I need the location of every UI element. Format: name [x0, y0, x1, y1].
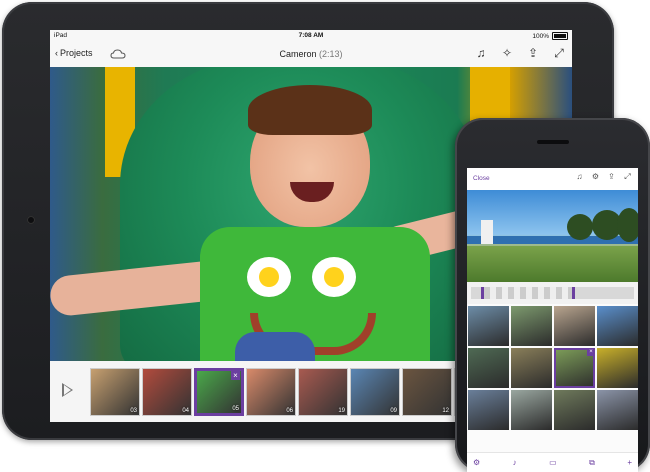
tree [617, 208, 638, 242]
share-icon[interactable]: ⇪ [607, 172, 616, 182]
photo-tile[interactable] [554, 390, 595, 430]
duplicate-icon[interactable]: ⧉ [589, 458, 595, 468]
photo-tile[interactable] [511, 390, 552, 430]
close-button[interactable]: Close [473, 175, 490, 182]
photo-tile[interactable] [468, 390, 509, 430]
tablet-camera [27, 216, 35, 224]
clip-number: 06 [286, 408, 293, 414]
photo-tile[interactable] [511, 348, 552, 388]
remove-clip-icon[interactable]: × [231, 371, 240, 380]
battery-percent: 100% [532, 32, 549, 40]
clip-number: 05 [232, 406, 239, 412]
shirt-egg-graphic [312, 257, 356, 297]
child-jeans [235, 332, 315, 361]
child-hair [248, 85, 372, 135]
phone-video-preview[interactable] [467, 190, 638, 282]
phone-toolbar: Close ♫ ⚙ ⇪ ⤢ [467, 168, 638, 191]
phone-screen: Close ♫ ⚙ ⇪ ⤢ × ⚙ ♪ ▭ ⧉ + [467, 168, 638, 472]
clip-thumbnail[interactable]: 04 [142, 368, 192, 416]
settings-icon[interactable]: ⚙ [591, 172, 600, 182]
clip-number: 03 [130, 408, 137, 414]
fullscreen-icon[interactable]: ⤢ [552, 46, 566, 60]
clip-number: 04 [182, 408, 189, 414]
project-duration: (2:13) [319, 49, 343, 59]
phone-toolbar-icons: ♫ ⚙ ⇪ ⤢ [575, 172, 632, 182]
photo-tile[interactable] [597, 390, 638, 430]
photo-tile[interactable] [468, 348, 509, 388]
clip-thumbnail[interactable]: 06 [246, 368, 296, 416]
phone-device: Close ♫ ⚙ ⇪ ⤢ × ⚙ ♪ ▭ ⧉ + [455, 118, 650, 472]
share-icon[interactable]: ⇪ [526, 46, 540, 60]
battery-status: 100% [532, 32, 568, 40]
clip-thumbnail[interactable]: 05 × [194, 368, 244, 416]
tree [567, 214, 593, 240]
add-icon[interactable]: + [627, 458, 632, 467]
project-name: Cameron [279, 49, 317, 59]
audio-icon[interactable]: ♪ [513, 458, 517, 467]
grass [467, 246, 638, 282]
shirt-egg-graphic [247, 257, 291, 297]
clip-thumbnail[interactable]: 19 [298, 368, 348, 416]
status-bar: iPad 7:08 AM 100% [50, 30, 572, 42]
photo-tile[interactable] [511, 306, 552, 346]
theme-icon[interactable]: ⚙ [473, 458, 480, 467]
photo-grid[interactable]: × [467, 306, 638, 430]
clip-number: 12 [442, 408, 449, 414]
lifeguard-tower [481, 220, 493, 244]
clip-thumbnail[interactable]: 12 [402, 368, 452, 416]
clip-thumbnail[interactable]: 09 [350, 368, 400, 416]
photo-tile[interactable] [468, 306, 509, 346]
toolbar-icons: ♫ ✧ ⇪ ⤢ [474, 46, 566, 60]
battery-icon [552, 32, 568, 40]
status-time: 7:08 AM [298, 32, 324, 39]
photo-tile[interactable]: × [554, 348, 595, 388]
music-icon[interactable]: ♫ [575, 172, 584, 182]
thumbnail-strip[interactable]: 03 04 05 × 06 19 09 12 [90, 368, 504, 416]
phone-speaker [537, 140, 569, 144]
navigation-bar: ‹ Projects Cameron (2:13) ♫ ✧ ⇪ ⤢ [50, 42, 572, 68]
clip-number: 19 [338, 408, 345, 414]
remove-photo-icon[interactable]: × [587, 348, 595, 356]
fullscreen-icon[interactable]: ⤢ [623, 172, 632, 182]
photo-tile[interactable] [597, 348, 638, 388]
music-icon[interactable]: ♫ [474, 46, 488, 60]
photo-tile[interactable] [554, 306, 595, 346]
photo-tile[interactable] [597, 306, 638, 346]
play-icon[interactable] [62, 383, 73, 397]
trim-bar [467, 282, 638, 304]
clip-thumbnail[interactable]: 03 [90, 368, 140, 416]
trim-selection-handles[interactable] [481, 287, 575, 299]
phone-bottom-toolbar: ⚙ ♪ ▭ ⧉ + [467, 452, 638, 472]
magic-wand-icon[interactable]: ✧ [500, 46, 514, 60]
car-icon[interactable]: ▭ [549, 458, 557, 467]
clip-number: 09 [390, 408, 397, 414]
